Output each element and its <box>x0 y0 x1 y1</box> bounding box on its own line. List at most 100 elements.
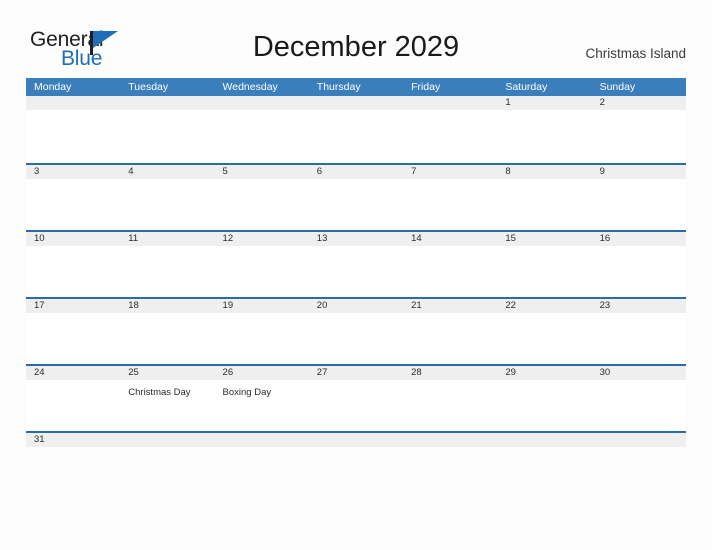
day-cell[interactable]: 16 <box>592 232 686 246</box>
event-cell[interactable] <box>403 246 497 297</box>
event-cell[interactable] <box>592 110 686 161</box>
event-cell[interactable] <box>497 110 591 161</box>
day-number: 1 <box>505 97 511 108</box>
event-cell[interactable] <box>26 246 120 297</box>
day-cell[interactable]: 15 <box>497 232 591 246</box>
day-cell[interactable]: 30 <box>592 366 686 380</box>
event-cell[interactable] <box>592 246 686 297</box>
day-cell[interactable]: 28 <box>403 366 497 380</box>
event-cell[interactable] <box>309 313 403 364</box>
event-cell[interactable] <box>26 110 120 161</box>
day-cell[interactable]: 7 <box>403 165 497 179</box>
day-cell[interactable]: 22 <box>497 299 591 313</box>
day-cell[interactable]: 5 <box>215 165 309 179</box>
day-cell[interactable]: 10 <box>26 232 120 246</box>
week-date-band: 17 18 19 20 21 22 23 <box>26 299 686 313</box>
event-cell[interactable] <box>403 110 497 161</box>
day-cell[interactable]: 1 <box>497 96 591 110</box>
event-cell[interactable] <box>592 179 686 230</box>
weekday-monday: Monday <box>34 81 72 93</box>
event-cell[interactable] <box>120 313 214 364</box>
day-cell[interactable] <box>309 433 403 447</box>
event-cell[interactable] <box>309 380 403 431</box>
day-cell[interactable]: 24 <box>26 366 120 380</box>
day-cell[interactable]: 20 <box>309 299 403 313</box>
day-cell[interactable] <box>120 433 214 447</box>
event-cell[interactable] <box>309 110 403 161</box>
event-cell[interactable] <box>215 179 309 230</box>
event-cell[interactable] <box>120 246 214 297</box>
day-cell[interactable]: 4 <box>120 165 214 179</box>
event-text: Boxing Day <box>222 387 272 398</box>
event-cell[interactable] <box>497 380 591 431</box>
event-cell[interactable] <box>497 179 591 230</box>
day-cell[interactable]: 26 <box>215 366 309 380</box>
day-number: 14 <box>411 233 422 244</box>
event-cell[interactable] <box>403 313 497 364</box>
event-cell[interactable] <box>26 380 120 431</box>
day-number: 27 <box>316 367 328 378</box>
day-cell[interactable]: 27 <box>309 366 403 380</box>
day-cell[interactable]: 9 <box>592 165 686 179</box>
event-cell[interactable] <box>309 179 403 230</box>
week-event-band <box>26 110 686 161</box>
day-cell[interactable]: 31 <box>26 433 120 447</box>
event-cell[interactable] <box>497 246 591 297</box>
day-cell[interactable]: 8 <box>497 165 591 179</box>
day-number: 3 <box>34 166 40 177</box>
event-cell[interactable] <box>215 110 309 161</box>
event-cell[interactable] <box>592 380 686 431</box>
day-cell[interactable]: 29 <box>497 366 591 380</box>
event-cell[interactable] <box>403 179 497 230</box>
day-cell[interactable]: 6 <box>309 165 403 179</box>
event-cell[interactable] <box>309 246 403 297</box>
event-cell[interactable] <box>120 110 214 161</box>
day-cell[interactable]: 25 <box>120 366 214 380</box>
day-cell[interactable] <box>309 96 403 110</box>
day-number: 5 <box>222 166 228 177</box>
week-row: 10 11 12 13 14 15 16 <box>26 230 686 297</box>
week-row: 31 <box>26 431 686 461</box>
event-cell[interactable] <box>26 313 120 364</box>
event-cell[interactable] <box>215 313 309 364</box>
day-cell[interactable] <box>215 433 309 447</box>
day-cell[interactable]: 12 <box>215 232 309 246</box>
weekday-wednesday: Wednesday <box>222 81 278 93</box>
day-cell[interactable] <box>403 433 497 447</box>
day-cell[interactable] <box>215 96 309 110</box>
day-number: 21 <box>411 300 422 311</box>
day-number: 8 <box>505 166 511 177</box>
event-cell[interactable] <box>403 380 497 431</box>
day-number: 13 <box>316 233 328 244</box>
event-cell[interactable] <box>592 313 686 364</box>
day-cell[interactable] <box>497 433 591 447</box>
day-number: 16 <box>599 233 611 244</box>
day-number: 28 <box>411 367 422 378</box>
day-number: 26 <box>222 367 234 378</box>
day-cell[interactable]: 21 <box>403 299 497 313</box>
day-cell[interactable]: 3 <box>26 165 120 179</box>
day-cell[interactable]: 23 <box>592 299 686 313</box>
week-row: 24 25 26 27 28 29 30 Christmas Day Boxin… <box>26 364 686 431</box>
event-cell[interactable] <box>120 179 214 230</box>
event-cell[interactable] <box>26 179 120 230</box>
day-cell[interactable]: 13 <box>309 232 403 246</box>
event-cell-boxing-day[interactable]: Boxing Day <box>215 380 309 431</box>
day-cell[interactable]: 18 <box>120 299 214 313</box>
event-cell-christmas-day[interactable]: Christmas Day <box>120 380 214 431</box>
day-cell[interactable] <box>26 96 120 110</box>
day-cell[interactable] <box>403 96 497 110</box>
day-cell[interactable]: 11 <box>120 232 214 246</box>
day-cell[interactable]: 14 <box>403 232 497 246</box>
week-event-band <box>26 313 686 364</box>
day-cell[interactable]: 19 <box>215 299 309 313</box>
event-cell[interactable] <box>497 313 591 364</box>
day-cell[interactable] <box>592 433 686 447</box>
day-cell[interactable]: 2 <box>592 96 686 110</box>
event-cell[interactable] <box>215 246 309 297</box>
week-event-band <box>26 246 686 297</box>
calendar-grid: Monday Tuesday Wednesday Thursday Friday… <box>26 78 686 461</box>
day-cell[interactable] <box>120 96 214 110</box>
day-number: 2 <box>599 97 605 108</box>
day-cell[interactable]: 17 <box>26 299 120 313</box>
